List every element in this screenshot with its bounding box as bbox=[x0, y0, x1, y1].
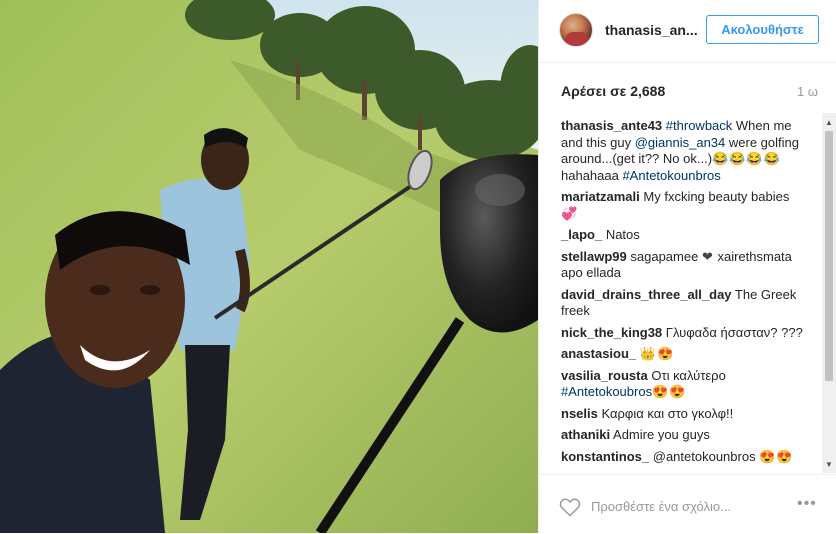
comment-text: Καρφια και στο γκολφ!! bbox=[601, 405, 734, 421]
emoji-text: ❤ bbox=[701, 248, 714, 264]
comment-item: athaniki Admire you guys bbox=[561, 427, 809, 444]
post-header: thanasis_an... Ακολουθήστε bbox=[539, 0, 836, 63]
comment-text: Admire you guys bbox=[613, 427, 710, 442]
comments-list[interactable]: thanasis_ante43 #throwback When me and t… bbox=[539, 113, 836, 473]
comment-item: _lapo_ Natos bbox=[561, 227, 809, 244]
comment-text: Natos bbox=[605, 227, 640, 242]
comment-username[interactable]: david_drains_three_all_day bbox=[561, 287, 732, 302]
post-photo[interactable] bbox=[0, 0, 538, 533]
comment-username[interactable]: konstantinos_ bbox=[561, 449, 649, 464]
avatar[interactable] bbox=[559, 13, 593, 47]
comment-item: nick_the_king38 Γλυφαδα ήσασταν? ??? bbox=[561, 325, 809, 342]
post-footer: ••• bbox=[539, 474, 836, 534]
comment-username[interactable]: anastasiou_ bbox=[561, 346, 636, 361]
post-time[interactable]: 1 ω bbox=[797, 84, 818, 99]
comment-username[interactable]: nick_the_king38 bbox=[561, 325, 662, 340]
post-viewer: thanasis_an... Ακολουθήστε Αρέσει σε 2,6… bbox=[0, 0, 836, 533]
comment-username[interactable]: thanasis_ante43 bbox=[561, 118, 662, 133]
comments-content: thanasis_ante43 #throwback When me and t… bbox=[561, 118, 809, 470]
likes-count[interactable]: Αρέσει σε 2,688 bbox=[561, 83, 665, 99]
comment-text: My fxcking beauty babies bbox=[643, 189, 790, 204]
author-username[interactable]: thanasis_an... bbox=[605, 22, 698, 38]
comment-text: hahahaaa bbox=[561, 167, 623, 183]
golf-selfie-image bbox=[0, 0, 538, 533]
comment-username[interactable]: _lapo_ bbox=[561, 227, 602, 242]
chevron-up-icon[interactable]: ▲ bbox=[822, 115, 836, 129]
hashtag-link[interactable]: #Antetokounbros bbox=[622, 168, 720, 183]
comment-username[interactable]: athaniki bbox=[561, 427, 610, 442]
follow-button[interactable]: Ακολουθήστε bbox=[706, 15, 819, 44]
comment-text: sagapamee bbox=[630, 248, 702, 264]
emoji-text: 😍😍 bbox=[652, 384, 687, 399]
comment-item: vasilia_rousta Οτι καλύτερο #Antetokoubr… bbox=[561, 368, 809, 401]
comment-text: Οτι καλύτερο bbox=[651, 367, 726, 383]
comment-item: nselis Καρφια και στο γκολφ!! bbox=[561, 406, 809, 423]
heart-icon[interactable] bbox=[559, 497, 581, 517]
hashtag-link[interactable]: #Antetokoubros bbox=[561, 384, 652, 399]
emoji-text: 💞 bbox=[561, 205, 579, 221]
comments-scrollbar[interactable]: ▲ ▼ bbox=[822, 113, 836, 473]
more-options-icon[interactable]: ••• bbox=[797, 495, 817, 513]
comment-item: david_drains_three_all_day The Greek fre… bbox=[561, 287, 809, 320]
emoji-text: 😂😂😂😂 bbox=[712, 151, 781, 166]
comment-username[interactable]: vasilia_rousta bbox=[561, 368, 648, 383]
comment-item: konstantinos_ @antetokounbros 😍😍 bbox=[561, 449, 809, 466]
comment-item: thanasis_ante43 #throwback When me and t… bbox=[561, 118, 809, 184]
comment-item: stellawp99 sagapamee ❤ xairethsmata apo … bbox=[561, 249, 809, 282]
post-side-panel: thanasis_an... Ακολουθήστε Αρέσει σε 2,6… bbox=[538, 0, 836, 533]
chevron-down-icon[interactable]: ▼ bbox=[822, 457, 836, 471]
comment-username[interactable]: mariatzamali bbox=[561, 189, 640, 204]
comment-text: Γλυφαδα ήσασταν? ??? bbox=[665, 324, 803, 340]
comment-username[interactable]: stellawp99 bbox=[561, 249, 627, 264]
comment-username[interactable]: nselis bbox=[561, 406, 598, 421]
comment-item: mariatzamali My fxcking beauty babies 💞 bbox=[561, 189, 809, 222]
emoji-text: 👑😍 bbox=[639, 346, 675, 361]
comment-input[interactable] bbox=[591, 495, 781, 517]
comment-item: anastasiou_ 👑😍 bbox=[561, 346, 809, 363]
emoji-text: 😍😍 bbox=[759, 448, 794, 464]
hashtag-link[interactable]: #throwback bbox=[666, 118, 732, 133]
scrollbar-thumb[interactable] bbox=[825, 131, 833, 381]
comment-text: @antetokounbros bbox=[652, 448, 760, 464]
hashtag-link[interactable]: @giannis_an34 bbox=[635, 135, 726, 150]
